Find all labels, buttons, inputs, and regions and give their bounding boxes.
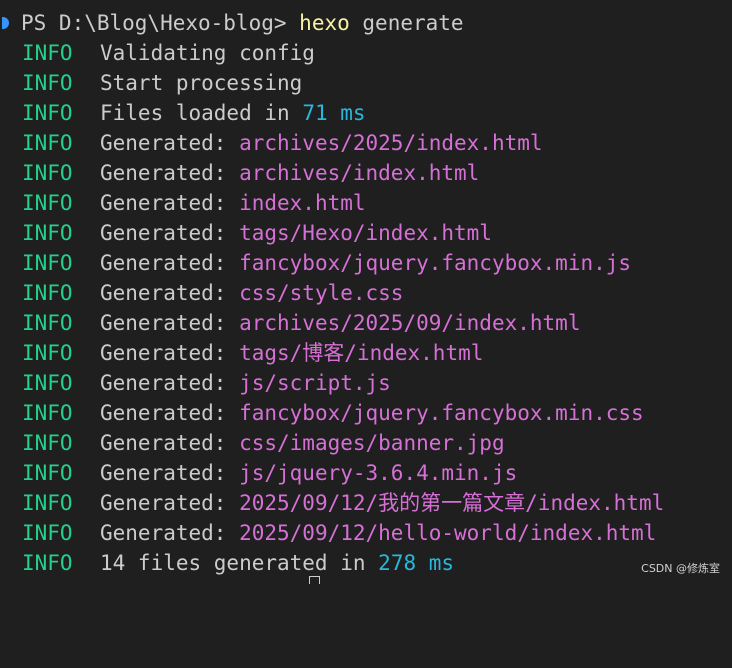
log-line: INFO Generated: css/style.css: [0, 278, 732, 308]
log-level: INFO: [22, 431, 73, 455]
log-line: INFO Generated: tags/博客/index.html: [0, 338, 732, 368]
log-text: Files loaded in: [100, 101, 290, 125]
log-message: Generated: tags/博客/index.html: [100, 338, 483, 368]
generated-path: tags/Hexo/index.html: [239, 221, 492, 245]
duration-unit: ms: [340, 101, 366, 125]
duration-value: 71: [302, 101, 328, 125]
log-line: INFO Generated: js/script.js: [0, 368, 732, 398]
log-message: Generated: 2025/09/12/hello-world/index.…: [100, 518, 656, 548]
log-level: INFO: [22, 41, 73, 65]
generated-path: index.html: [239, 191, 366, 215]
log-text: Generated:: [100, 461, 227, 485]
terminal-output[interactable]: PS D:\Blog\Hexo-blog> hexo generate INFO…: [0, 8, 732, 582]
generated-path: tags/博客/index.html: [239, 341, 484, 365]
generated-path: 2025/09/12/hello-world/index.html: [239, 521, 657, 545]
log-level: INFO: [22, 341, 73, 365]
generated-path: 2025/09/12/我的第一篇文章/index.html: [239, 491, 665, 515]
generated-path: archives/2025/index.html: [239, 131, 543, 155]
log-text: Generated:: [100, 371, 227, 395]
log-line: INFO Generated: index.html: [0, 188, 732, 218]
duration-value: 278: [378, 551, 417, 575]
generated-path: fancybox/jquery.fancybox.min.js: [239, 251, 632, 275]
log-text: Generated:: [100, 431, 227, 455]
log-message: Generated: css/images/banner.jpg: [100, 428, 505, 458]
duration-unit: ms: [428, 551, 455, 575]
log-level: INFO: [22, 281, 73, 305]
command-decoration-icon[interactable]: [2, 17, 9, 29]
log-line: INFO Generated: archives/index.html: [0, 158, 732, 188]
log-level: INFO: [22, 491, 73, 515]
generated-path: js/jquery-3.6.4.min.js: [239, 461, 518, 485]
log-level: INFO: [22, 161, 73, 185]
log-message: Generated: 2025/09/12/我的第一篇文章/index.html: [100, 488, 664, 518]
log-level: INFO: [22, 311, 73, 335]
log-text: Generated:: [100, 131, 227, 155]
log-text: Generated:: [100, 491, 227, 515]
log-line: INFO Generated: tags/Hexo/index.html: [0, 218, 732, 248]
log-level: INFO: [22, 461, 73, 485]
log-level: INFO: [22, 521, 73, 545]
generated-path: css/images/banner.jpg: [239, 431, 505, 455]
log-level: INFO: [22, 401, 73, 425]
log-line: INFO Generated: js/jquery-3.6.4.min.js: [0, 458, 732, 488]
log-message: Files loaded in 71 ms: [100, 98, 366, 128]
log-text: Generated:: [100, 281, 227, 305]
log-text: Generated:: [100, 521, 227, 545]
log-message: Generated: fancybox/jquery.fancybox.min.…: [100, 398, 644, 428]
log-message: Generated: archives/2025/09/index.html: [100, 308, 580, 338]
log-level: INFO: [22, 551, 73, 575]
log-line: INFO Start processing: [0, 68, 732, 98]
log-line: INFO Generated: 2025/09/12/我的第一篇文章/index…: [0, 488, 732, 518]
log-line: INFO Files loaded in 71 ms: [0, 98, 732, 128]
log-message: Generated: js/jquery-3.6.4.min.js: [100, 458, 517, 488]
log-text: Generated:: [100, 161, 227, 185]
log-text: Validating config: [100, 41, 315, 65]
log-level: INFO: [22, 131, 73, 155]
log-line: INFO Generated: fancybox/jquery.fancybox…: [0, 398, 732, 428]
generated-path: archives/2025/09/index.html: [239, 311, 581, 335]
log-message: Generated: fancybox/jquery.fancybox.min.…: [100, 248, 631, 278]
log-message: Generated: tags/Hexo/index.html: [100, 218, 492, 248]
log-text: Generated:: [100, 341, 227, 365]
log-level: INFO: [22, 101, 73, 125]
generated-path: fancybox/jquery.fancybox.min.css: [239, 401, 644, 425]
generated-path: js/script.js: [239, 371, 391, 395]
log-line: INFO Generated: fancybox/jquery.fancybox…: [0, 248, 732, 278]
log-level: INFO: [22, 371, 73, 395]
generated-path: css/style.css: [239, 281, 404, 305]
log-message: Generated: archives/2025/index.html: [100, 128, 543, 158]
prompt: PS D:\Blog\Hexo-blog> hexo generate: [21, 8, 464, 38]
log-message: Generated: index.html: [100, 188, 366, 218]
prompt-line: PS D:\Blog\Hexo-blog> hexo generate: [0, 8, 732, 38]
log-line: INFO Generated: 2025/09/12/hello-world/i…: [0, 518, 732, 548]
log-text: Generated:: [100, 221, 227, 245]
watermark: CSDN @修炼室: [641, 562, 720, 575]
log-text: Generated:: [100, 401, 227, 425]
log-message: Start processing: [100, 68, 302, 98]
command-name: hexo: [299, 11, 350, 35]
log-message: Validating config: [100, 38, 315, 68]
log-line: INFO Generated: css/images/banner.jpg: [0, 428, 732, 458]
generated-path: archives/index.html: [239, 161, 480, 185]
terminal-cursor: [309, 576, 320, 584]
log-text: Generated:: [100, 311, 227, 335]
log-level: INFO: [22, 221, 73, 245]
log-level: INFO: [22, 251, 73, 275]
log-line: INFO Validating config: [0, 38, 732, 68]
log-message: Generated: archives/index.html: [100, 158, 479, 188]
log-message: Generated: css/style.css: [100, 278, 403, 308]
log-line: INFO Generated: archives/2025/index.html: [0, 128, 732, 158]
log-line: INFO 14 files generated in 278 ms: [0, 548, 732, 578]
log-text: Start processing: [100, 71, 303, 95]
log-text: Generated:: [100, 251, 227, 275]
command-argument: generate: [362, 11, 464, 35]
log-message: 14 files generated in 278 ms: [100, 548, 454, 578]
log-line: INFO Generated: archives/2025/09/index.h…: [0, 308, 732, 338]
log-level: INFO: [22, 191, 73, 215]
log-level: INFO: [22, 71, 73, 95]
prompt-path: PS D:\Blog\Hexo-blog>: [21, 11, 287, 35]
log-message: Generated: js/script.js: [100, 368, 391, 398]
log-text: 14 files generated in: [100, 551, 366, 575]
log-text: Generated:: [100, 191, 227, 215]
